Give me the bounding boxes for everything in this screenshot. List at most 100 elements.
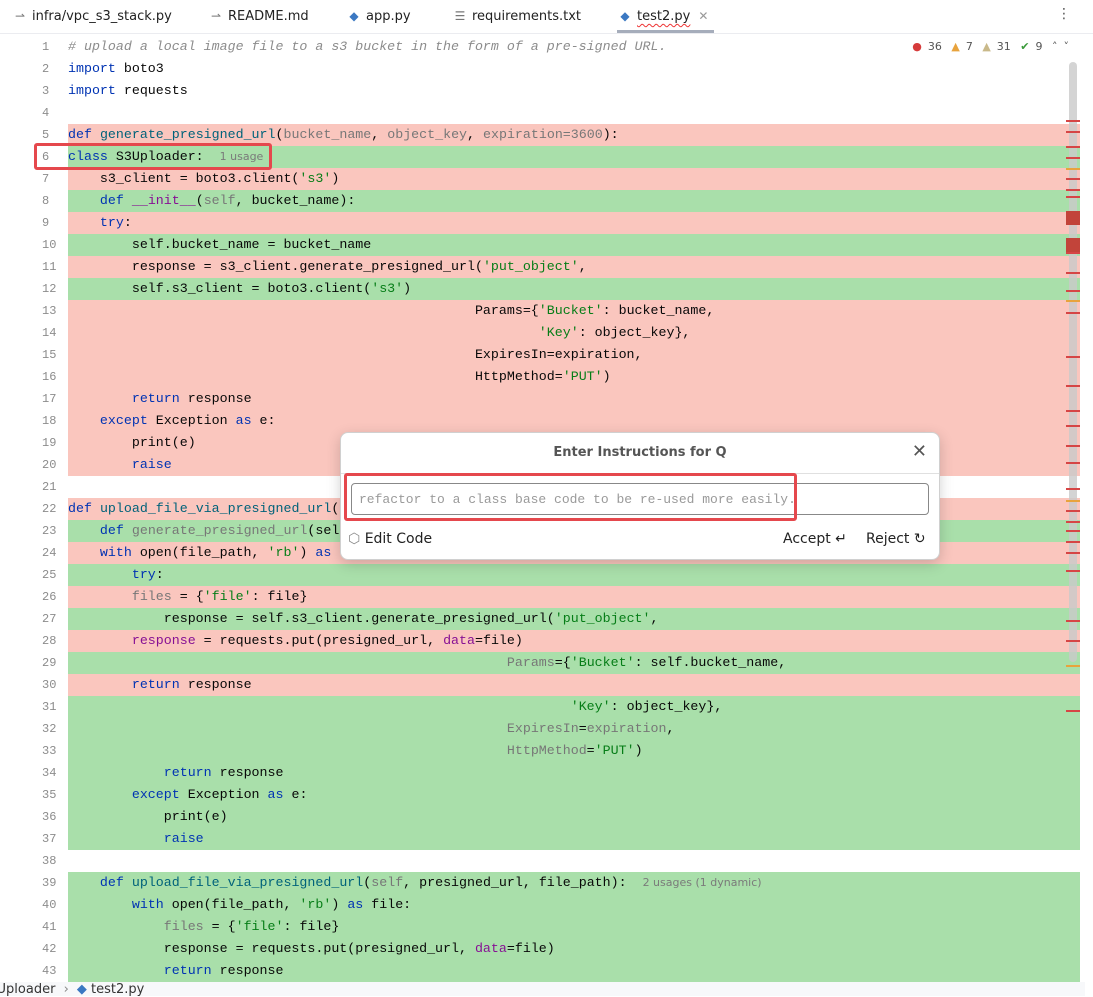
code-token: response: [131, 633, 196, 648]
error-stripe-mark[interactable]: [1066, 620, 1080, 622]
error-stripe-mark[interactable]: [1066, 552, 1080, 554]
added-line[interactable]: Params={'Bucket': self.bucket_name,: [68, 652, 1080, 674]
removed-line[interactable]: response = requests.put(presigned_url, d…: [68, 630, 1080, 652]
error-stripe-mark[interactable]: [1066, 131, 1080, 133]
removed-line[interactable]: files = {'file': file}: [68, 586, 1080, 608]
code-token: e:: [283, 787, 308, 802]
error-stripe-mark[interactable]: [1066, 178, 1080, 180]
error-stripe-mark[interactable]: [1066, 312, 1080, 314]
removed-line[interactable]: return response: [68, 674, 1080, 696]
added-line[interactable]: response = self.s3_client.generate_presi…: [68, 608, 1080, 630]
chevron-up-icon[interactable]: ˄: [1052, 40, 1058, 53]
tab-readme[interactable]: ⇀ README.md: [208, 0, 309, 33]
error-stripe-mark[interactable]: [1066, 665, 1080, 667]
error-stripe-mark[interactable]: [1066, 211, 1080, 225]
error-stripe-mark[interactable]: [1066, 410, 1080, 412]
line-number: 29: [42, 656, 57, 670]
chevron-down-icon[interactable]: ˅: [1064, 40, 1070, 53]
error-stripe-mark[interactable]: [1066, 252, 1080, 254]
added-line[interactable]: except Exception as e:: [68, 784, 1080, 806]
error-stripe-mark[interactable]: [1066, 168, 1080, 170]
removed-line[interactable]: ExpiresIn=expiration,: [68, 344, 1080, 366]
removed-line[interactable]: Params={'Bucket': bucket_name,: [68, 300, 1080, 322]
error-stripe-mark[interactable]: [1066, 530, 1080, 532]
removed-line[interactable]: except Exception as e:: [68, 410, 1080, 432]
reject-button[interactable]: Reject ↻: [866, 531, 926, 547]
error-stripe-mark[interactable]: [1066, 272, 1080, 274]
vertical-scrollbar[interactable]: [1069, 62, 1077, 662]
error-stripe-mark[interactable]: [1066, 462, 1080, 464]
added-line[interactable]: self.s3_client = boto3.client('s3'): [68, 278, 1080, 300]
error-stripe-mark[interactable]: [1066, 238, 1080, 252]
error-stripe-mark[interactable]: [1066, 425, 1080, 427]
code-line[interactable]: [68, 850, 1080, 872]
code-token: 'put_object': [482, 259, 579, 274]
error-stripe-mark[interactable]: [1066, 189, 1080, 191]
error-stripe-mark[interactable]: [1066, 488, 1080, 490]
added-line[interactable]: def __init__(self, bucket_name):: [68, 190, 1080, 212]
added-line[interactable]: return response: [68, 762, 1080, 784]
added-line[interactable]: print(e): [68, 806, 1080, 828]
tab-requirements[interactable]: ☰ requirements.txt: [452, 0, 581, 33]
added-line[interactable]: HttpMethod='PUT'): [68, 740, 1080, 762]
line-number: 11: [42, 260, 57, 274]
inspection-status[interactable]: ● 36 ▲ 7 ▲ 31 ✔ 9 ˄ ˅: [906, 40, 1069, 53]
line-number: 16: [42, 370, 57, 384]
more-options-icon[interactable]: ⋮: [1057, 6, 1071, 22]
added-line[interactable]: def upload_file_via_presigned_url(self, …: [68, 872, 1080, 894]
tab-test2[interactable]: ◆ test2.py ✕: [617, 0, 715, 33]
error-stripe-mark[interactable]: [1066, 570, 1080, 572]
code-token: : bucket_name,: [602, 303, 715, 318]
code-line[interactable]: import boto3: [68, 58, 1080, 80]
close-icon[interactable]: ✕: [912, 441, 927, 462]
removed-line[interactable]: 'Key': object_key},: [68, 322, 1080, 344]
added-line[interactable]: response = requests.put(presigned_url, d…: [68, 938, 1080, 960]
error-stripe-mark[interactable]: [1066, 521, 1080, 523]
tab-vpc-s3-stack[interactable]: ⇀ infra/vpc_s3_stack.py: [12, 0, 172, 33]
tab-app[interactable]: ◆ app.py: [346, 0, 410, 33]
code-line[interactable]: import requests: [68, 80, 1080, 102]
error-stripe-mark[interactable]: [1066, 356, 1080, 358]
code-token: HttpMethod=: [68, 369, 563, 384]
error-stripe-mark[interactable]: [1066, 290, 1080, 292]
line-number: 21: [42, 480, 57, 494]
code-token: files: [131, 589, 172, 604]
added-line[interactable]: try:: [68, 564, 1080, 586]
error-stripe-mark[interactable]: [1066, 120, 1080, 122]
added-line[interactable]: 'Key': object_key},: [68, 696, 1080, 718]
error-stripe-mark[interactable]: [1066, 500, 1080, 502]
added-line[interactable]: ExpiresIn=expiration,: [68, 718, 1080, 740]
error-stripe-mark[interactable]: [1066, 640, 1080, 642]
removed-line[interactable]: HttpMethod='PUT'): [68, 366, 1080, 388]
close-icon[interactable]: ✕: [698, 9, 708, 23]
error-stripe-mark[interactable]: [1066, 510, 1080, 512]
error-stripe-mark[interactable]: [1066, 710, 1080, 712]
error-stripe-mark[interactable]: [1066, 541, 1080, 543]
error-stripe-mark[interactable]: [1066, 196, 1080, 198]
breadcrumb-class[interactable]: S3Uploader: [0, 982, 55, 997]
removed-line[interactable]: s3_client = boto3.client('s3'): [68, 168, 1080, 190]
error-stripe-mark[interactable]: [1066, 445, 1080, 447]
removed-line[interactable]: return response: [68, 388, 1080, 410]
error-stripe-mark[interactable]: [1066, 385, 1080, 387]
added-line[interactable]: files = {'file': file}: [68, 916, 1080, 938]
error-stripe-mark[interactable]: [1066, 157, 1080, 159]
removed-line[interactable]: response = s3_client.generate_presigned_…: [68, 256, 1080, 278]
code-token: as: [267, 787, 284, 802]
added-line[interactable]: self.bucket_name = bucket_name: [68, 234, 1080, 256]
removed-line[interactable]: try:: [68, 212, 1080, 234]
accept-button[interactable]: Accept ↵: [783, 531, 847, 547]
added-line[interactable]: raise: [68, 828, 1080, 850]
added-line[interactable]: with open(file_path, 'rb') as file:: [68, 894, 1080, 916]
error-stripe-mark[interactable]: [1066, 300, 1080, 302]
breadcrumb-file[interactable]: test2.py: [91, 982, 144, 997]
code-line[interactable]: [68, 102, 1080, 124]
added-line[interactable]: return response: [68, 960, 1080, 982]
error-stripe-mark[interactable]: [1066, 146, 1080, 148]
